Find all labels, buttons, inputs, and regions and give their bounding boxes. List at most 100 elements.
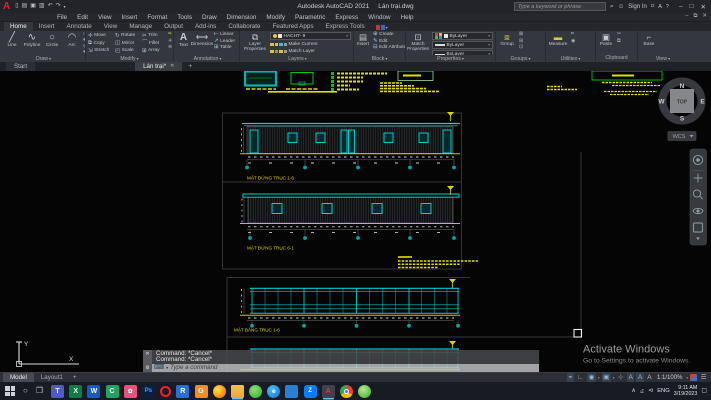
taskbar-app-pink[interactable]: ✿ (124, 385, 137, 398)
measure-button[interactable]: ▬Measure (546, 31, 570, 47)
tab-view[interactable]: View (98, 22, 124, 31)
taskbar-app-file-explorer[interactable] (231, 385, 244, 398)
close-button[interactable]: ✕ (701, 3, 706, 11)
menu-help[interactable]: Help (396, 13, 419, 22)
erase-icon[interactable]: ✏ (168, 32, 172, 38)
tab-featured-apps[interactable]: Featured Apps (267, 22, 320, 31)
menu-express[interactable]: Express (330, 13, 363, 22)
open-file-icon[interactable]: ▤ (22, 3, 28, 10)
panel-label-layers[interactable]: Layers▾ (242, 55, 353, 62)
taskbar-app-zalo[interactable]: Z (304, 385, 317, 398)
help-icon[interactable]: ? (666, 3, 669, 11)
minimize-button[interactable]: – (679, 3, 683, 11)
ungroup-icon[interactable]: ⊠ (519, 32, 523, 38)
panel-label-view[interactable]: View▾ (638, 55, 688, 62)
model-tab[interactable]: Model (3, 373, 34, 382)
drawing-area[interactable]: MẶT ĐỨNG TRỤC 1-6 (0, 71, 711, 372)
menu-view[interactable]: View (93, 13, 117, 22)
scale-button[interactable]: ◰Scale (113, 47, 140, 55)
polyline-button[interactable]: ∿Polyline (22, 31, 42, 48)
cart-icon[interactable]: ⌑ (651, 3, 654, 11)
customization-menu-icon[interactable]: ☰ (699, 373, 708, 382)
panel-label-properties[interactable]: Properties▾ (406, 55, 495, 62)
layer-properties-button[interactable]: ⧉Layer Properties (242, 31, 268, 52)
network-icon[interactable]: ⣴ (640, 387, 644, 395)
annotation-visibility-icon[interactable]: A (627, 373, 634, 382)
panel-label-draw[interactable]: Draw▾ (2, 55, 85, 62)
search-icon[interactable]: ○ (23, 386, 28, 396)
panel-label-modify[interactable]: Modify▾ (86, 55, 173, 62)
edit-attributes-button[interactable]: ⊟Edit Attributes (373, 45, 405, 51)
rotate-button[interactable]: ↻Rotate (113, 32, 140, 40)
fillet-button[interactable]: ⌒Fillet (140, 40, 167, 48)
tab-current-drawing[interactable]: Lán trại*✕ (135, 62, 182, 71)
linear-button[interactable]: ⟝Linear (214, 32, 235, 38)
elevation-drawing-1[interactable]: MẶT ĐỨNG TRỤC 1-6 (240, 112, 460, 181)
taskbar-app-r[interactable]: R (176, 385, 189, 398)
redo-icon[interactable]: ↷ (56, 3, 61, 10)
viewcube[interactable]: N S W E TOP WCS (658, 82, 705, 141)
viewcube-east[interactable]: E (700, 99, 705, 106)
tab-express-tools[interactable]: Express Tools (320, 22, 371, 31)
menu-file[interactable]: File (52, 13, 72, 22)
layer-dropdown[interactable]: HACHT- 9 ▾ (270, 32, 351, 40)
drawing-canvas[interactable]: MẶT ĐỨNG TRỤC 1-6 (0, 71, 711, 372)
arc-button[interactable]: ◠Arc (62, 31, 82, 48)
dimension-button[interactable]: ⟷Dimension (191, 31, 213, 47)
new-file-icon[interactable]: ▯ (15, 3, 18, 10)
menu-modify[interactable]: Modify (261, 13, 290, 22)
tab-addins[interactable]: Add-ins (189, 22, 222, 31)
menu-edit[interactable]: Edit (72, 13, 93, 22)
lineweight-dropdown[interactable]: ByLayer ▾ (432, 41, 493, 49)
doc-restore-button[interactable]: ⧉ (693, 13, 697, 20)
menu-tools[interactable]: Tools (172, 13, 197, 22)
undo-icon[interactable]: ↶ (48, 3, 53, 10)
save-icon[interactable]: ▣ (30, 3, 36, 10)
new-drawing-icon[interactable]: + (188, 63, 192, 71)
menu-dimension[interactable]: Dimension (222, 13, 262, 22)
start-button[interactable] (5, 386, 15, 396)
polar-tracking-icon[interactable]: ◉ (587, 373, 596, 382)
annotation-scale-icon[interactable]: A (646, 373, 653, 382)
taskbar-app-store[interactable] (285, 385, 298, 398)
color-dropdown[interactable]: ByLayer ▾ (432, 32, 493, 40)
match-layer-button[interactable]: Match Layer (270, 48, 351, 55)
viewcube-south[interactable]: S (680, 116, 685, 123)
rectangle-icon[interactable]: ▭ ▾ (83, 32, 85, 43)
navigation-bar[interactable] (690, 149, 707, 245)
panel-label-clipboard[interactable]: Clipboard (596, 55, 637, 62)
command-input[interactable]: ⌨ ▾ Type a command (152, 364, 539, 372)
menu-format[interactable]: Format (142, 13, 172, 22)
taskbar-app-autocad-active[interactable]: A (322, 385, 335, 398)
tab-insert[interactable]: Insert (33, 22, 61, 31)
clock[interactable]: 9:11 AM 3/19/2023 (674, 385, 698, 397)
group-button[interactable]: ⧈Group (496, 31, 518, 47)
lineweight-display-icon[interactable]: ⊹ (617, 373, 625, 382)
plan-drawing[interactable]: MẶT BẰNG TRỤC 1-6 (234, 279, 460, 333)
taskbar-app-downloader[interactable]: G (195, 385, 208, 398)
cut-icon[interactable]: ✂ (617, 32, 621, 38)
match-properties-button[interactable]: ⊡Match Properties (406, 31, 430, 52)
viewcube-top-face[interactable]: TOP (677, 100, 688, 106)
user-icon[interactable]: ☺ (618, 3, 625, 11)
base-view-button[interactable]: ⌐Base (638, 31, 660, 47)
tab-output[interactable]: Output (158, 22, 189, 31)
autodesk-account-icon[interactable]: A (658, 3, 662, 11)
osnap-icon[interactable]: ▣ (602, 373, 611, 382)
taskbar-app-edge[interactable]: e (267, 385, 280, 398)
paste-button[interactable]: ▣Paste (596, 31, 616, 47)
qat-dropdown-icon[interactable]: ▾ (64, 3, 66, 10)
command-window[interactable]: ✕ ⚙ Command: *Cancel* Command: *Cancel* … (143, 350, 539, 372)
ellipse-icon[interactable]: ◎ ▾ (83, 44, 85, 55)
search-input[interactable] (514, 2, 606, 11)
snap-mode-icon[interactable]: ⌖ (567, 373, 574, 382)
panel-label-utilities[interactable]: Utilities▾ (546, 55, 595, 62)
table-button[interactable]: ⊞Table (214, 45, 235, 51)
taskbar-app-teams[interactable]: T (51, 385, 64, 398)
id-point-icon[interactable]: ◉ (571, 39, 575, 45)
taskbar-app-opera[interactable] (160, 386, 171, 397)
maximize-button[interactable]: □ (690, 3, 694, 11)
quick-calc-icon[interactable]: ⌗ (571, 32, 575, 38)
task-view-icon[interactable]: ❐ (36, 386, 43, 396)
chevron-down-icon[interactable]: ▾ (598, 376, 600, 380)
